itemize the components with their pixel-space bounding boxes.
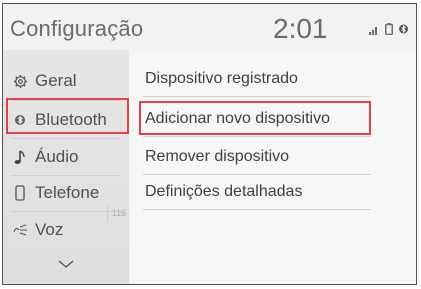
sidebar-item-label: Áudio [35, 147, 79, 166]
screen-frame: Configuração 2:01 Geral Bluetooth Áudio … [2, 3, 417, 285]
status-icons [369, 22, 408, 40]
bluetooth-status-icon [399, 22, 408, 40]
list-item-label: Definições detalhadas [145, 182, 303, 200]
header-bar: Configuração 2:01 [3, 4, 416, 48]
list-item-label: Dispositivo registrado [145, 69, 298, 87]
main-list: Dispositivo registrado Adicionar novo di… [129, 50, 416, 284]
gear-icon [11, 72, 29, 90]
list-item-label: Remover dispositivo [145, 147, 290, 165]
bluetooth-highlight-box [6, 98, 129, 134]
voice-icon [11, 221, 29, 239]
list-item-definicoes-detalhadas[interactable]: Definições detalhadas [143, 174, 371, 210]
sidebar-item-label: Telefone [35, 183, 100, 202]
battery-icon [385, 22, 393, 40]
sidebar: Geral Bluetooth Áudio Telefone Voz 116 [3, 50, 130, 284]
chevron-down-icon[interactable] [57, 256, 75, 270]
clock: 2:01 [273, 13, 328, 44]
add-device-highlight-box [139, 101, 371, 135]
phone-icon [11, 184, 29, 202]
page-title: Configuração [10, 16, 144, 41]
sidebar-item-audio[interactable]: Áudio [3, 139, 129, 175]
scroll-badge: 116 [107, 204, 130, 222]
sidebar-item-label: Geral [35, 71, 77, 90]
list-item-dispositivo-registrado[interactable]: Dispositivo registrado [143, 61, 371, 97]
signal-icon [369, 22, 379, 40]
sidebar-item-label: Voz [35, 220, 64, 239]
list-item-remover-dispositivo[interactable]: Remover dispositivo [143, 139, 371, 175]
music-note-icon [11, 148, 29, 166]
sidebar-item-geral[interactable]: Geral [3, 63, 129, 99]
